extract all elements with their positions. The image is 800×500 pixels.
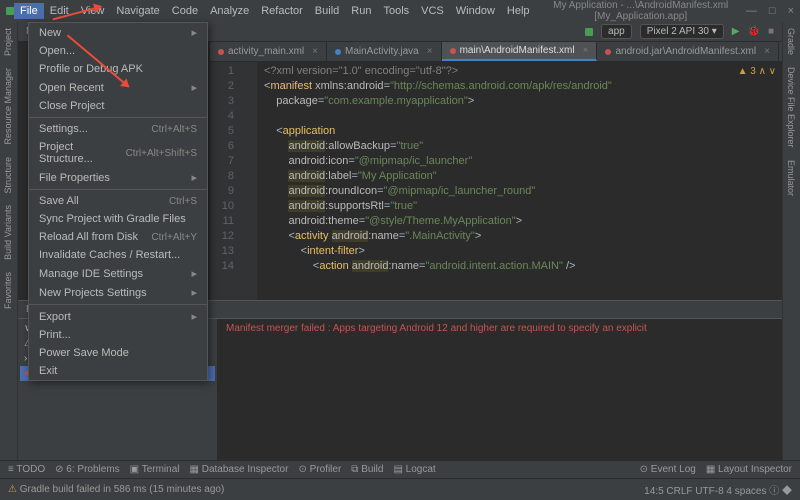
toolwindow-button[interactable]: ▦ Layout Inspector bbox=[706, 464, 792, 475]
editor-tab[interactable]: android.jar\AndroidManifest.xml× bbox=[597, 42, 778, 61]
editor-tabs: activity_main.xml×MainActivity.java×main… bbox=[210, 42, 782, 62]
tool-resource-manager[interactable]: Resource Manager bbox=[0, 62, 16, 151]
editor-tab[interactable]: MainActivity.java× bbox=[327, 42, 442, 61]
menuitem-invalidate-caches-restart-[interactable]: Invalidate Caches / Restart... bbox=[29, 246, 207, 264]
toolwindow-button[interactable]: ▤ Logcat bbox=[393, 464, 435, 475]
editor-pane: 1234567891011121314 <?xml version="1.0" … bbox=[210, 62, 782, 300]
device-selector[interactable]: Pixel 2 API 30 ▾ bbox=[640, 24, 724, 39]
menu-help[interactable]: Help bbox=[501, 3, 536, 19]
right-tool-strip: GradleDevice File ExplorerEmulator bbox=[782, 22, 800, 478]
tool-favorites[interactable]: Favorites bbox=[0, 266, 16, 315]
stop-button[interactable]: ■ bbox=[768, 26, 774, 37]
menuitem-reload-all-from-disk[interactable]: Reload All from DiskCtrl+Alt+Y bbox=[29, 228, 207, 246]
status-right[interactable]: 14:5 CRLF UTF-8 4 spaces ⓘ ◆ bbox=[644, 482, 792, 497]
menuitem-sync-project-with-gradle-files[interactable]: Sync Project with Gradle Files bbox=[29, 210, 207, 228]
tool-project[interactable]: Project bbox=[0, 22, 16, 62]
menuitem-file-properties[interactable]: File Properties▸ bbox=[29, 168, 207, 187]
code-area[interactable]: <?xml version="1.0" encoding="utf-8"?> <… bbox=[258, 62, 782, 300]
debug-button[interactable]: 🐞 bbox=[748, 26, 760, 37]
close-tab-icon[interactable]: × bbox=[312, 46, 318, 57]
run-config-selector[interactable]: app bbox=[601, 24, 632, 39]
toolwindow-button[interactable]: ⧉ Build bbox=[351, 464, 383, 475]
toolwindow-button[interactable]: ⊘ 6: Problems bbox=[55, 464, 120, 475]
menuitem-settings-[interactable]: Settings...Ctrl+Alt+S bbox=[29, 120, 207, 138]
menuitem-save-all[interactable]: Save AllCtrl+S bbox=[29, 192, 207, 210]
main-menu: FileEditViewNavigateCodeAnalyzeRefactorB… bbox=[14, 3, 536, 19]
menu-analyze[interactable]: Analyze bbox=[204, 3, 255, 19]
left-tool-strip: ProjectResource ManagerStructureBuild Va… bbox=[0, 22, 18, 478]
menuitem-open-[interactable]: Open... bbox=[29, 42, 207, 60]
close-tab-icon[interactable]: × bbox=[427, 46, 433, 57]
tool-structure[interactable]: Structure bbox=[0, 151, 16, 200]
app-icon bbox=[6, 7, 14, 15]
minimize-button[interactable]: — bbox=[746, 5, 757, 17]
toolwindow-button[interactable]: ▣ Terminal bbox=[130, 464, 180, 475]
tool-device-file-explorer[interactable]: Device File Explorer bbox=[783, 61, 799, 154]
menuitem-profile-or-debug-apk[interactable]: Profile or Debug APK bbox=[29, 60, 207, 78]
menu-refactor[interactable]: Refactor bbox=[255, 3, 309, 19]
menuitem-exit[interactable]: Exit bbox=[29, 362, 207, 380]
close-tab-icon[interactable]: × bbox=[764, 46, 770, 57]
menu-build[interactable]: Build bbox=[309, 3, 345, 19]
menu-window[interactable]: Window bbox=[450, 3, 501, 19]
toolwindow-button[interactable]: ≡ TODO bbox=[8, 464, 45, 475]
inspection-summary[interactable]: ▲ 3 ∧ ∨ bbox=[738, 66, 776, 77]
menuitem-open-recent[interactable]: Open Recent▸ bbox=[29, 78, 207, 97]
toolwindow-button[interactable]: ⊙ Event Log bbox=[640, 464, 696, 475]
menu-navigate[interactable]: Navigate bbox=[110, 3, 165, 19]
toolwindow-button[interactable]: ⊙ Profiler bbox=[298, 464, 341, 475]
line-gutter: 1234567891011121314 bbox=[210, 62, 240, 300]
menu-vcs[interactable]: VCS bbox=[415, 3, 450, 19]
menu-file[interactable]: File bbox=[14, 3, 44, 19]
maximize-button[interactable]: □ bbox=[769, 5, 776, 17]
status-bar: ⚠ Gradle build failed in 586 ms (15 minu… bbox=[0, 478, 800, 500]
run-button[interactable]: ▶ bbox=[732, 26, 740, 37]
menu-run[interactable]: Run bbox=[345, 3, 377, 19]
menuitem-new[interactable]: New▸ bbox=[29, 23, 207, 42]
toolwindow-button[interactable]: ▦ Database Inspector bbox=[190, 464, 289, 475]
tool-emulator[interactable]: Emulator bbox=[783, 154, 799, 202]
tool-window-bar: ≡ TODO ⊘ 6: Problems ▣ Terminal ▦ Database … bbox=[0, 460, 800, 478]
gutter-icons bbox=[240, 62, 258, 300]
module-icon bbox=[585, 28, 593, 36]
close-tab-icon[interactable]: × bbox=[583, 45, 589, 56]
editor-tab[interactable]: main\AndroidManifest.xml× bbox=[442, 42, 598, 61]
menuitem-print-[interactable]: Print... bbox=[29, 326, 207, 344]
menuitem-export[interactable]: Export▸ bbox=[29, 307, 207, 326]
tool-build-variants[interactable]: Build Variants bbox=[0, 199, 16, 266]
menuitem-project-structure-[interactable]: Project Structure...Ctrl+Alt+Shift+S bbox=[29, 138, 207, 168]
menuitem-close-project[interactable]: Close Project bbox=[29, 97, 207, 115]
editor-tab[interactable]: activity_main.xml× bbox=[210, 42, 327, 61]
window-controls: — □ × bbox=[746, 5, 794, 17]
menu-tools[interactable]: Tools bbox=[377, 3, 415, 19]
tool-gradle[interactable]: Gradle bbox=[783, 22, 799, 61]
menuitem-new-projects-settings[interactable]: New Projects Settings▸ bbox=[29, 283, 207, 302]
status-message: Gradle build failed in 586 ms (15 minute… bbox=[20, 484, 225, 495]
titlebar: FileEditViewNavigateCodeAnalyzeRefactorB… bbox=[0, 0, 800, 22]
window-title: My Application - ...\AndroidManifest.xml… bbox=[536, 0, 746, 22]
close-button[interactable]: × bbox=[788, 5, 794, 17]
menu-code[interactable]: Code bbox=[166, 3, 204, 19]
menuitem-manage-ide-settings[interactable]: Manage IDE Settings▸ bbox=[29, 264, 207, 283]
build-output[interactable]: Manifest merger failed : Apps targeting … bbox=[218, 319, 782, 460]
menuitem-power-save-mode[interactable]: Power Save Mode bbox=[29, 344, 207, 362]
